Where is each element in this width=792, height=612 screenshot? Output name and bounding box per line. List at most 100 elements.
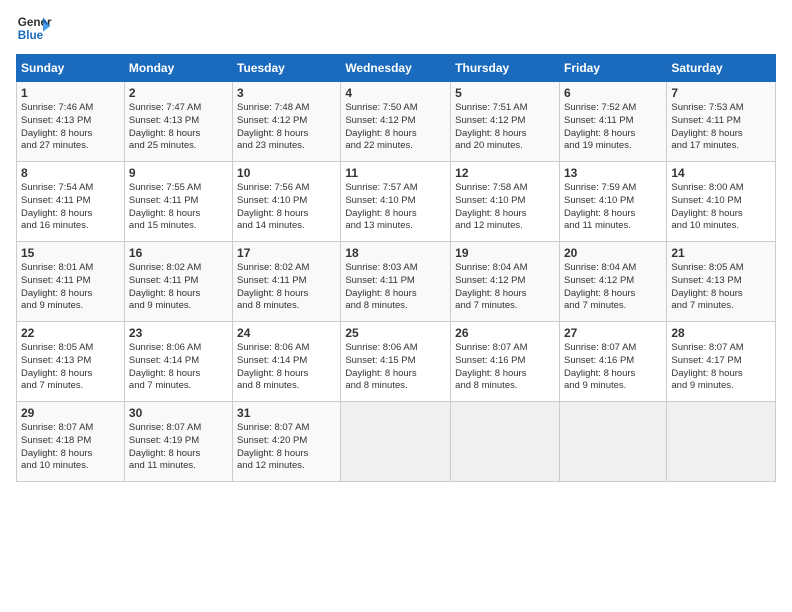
logo: General Blue: [16, 10, 56, 46]
day-number: 3: [237, 86, 336, 100]
calendar-cell: 10Sunrise: 7:56 AMSunset: 4:10 PMDayligh…: [233, 162, 341, 242]
day-info: Sunrise: 8:02 AMSunset: 4:11 PMDaylight:…: [237, 262, 336, 313]
day-info: Sunrise: 8:04 AMSunset: 4:12 PMDaylight:…: [564, 262, 662, 313]
calendar-cell: [559, 402, 666, 482]
day-number: 4: [345, 86, 446, 100]
calendar-cell: 6 Sunrise: 7:52 AMSunset: 4:11 PMDaylight…: [559, 82, 666, 162]
calendar-cell: 20 Sunrise: 8:04 AMSunset: 4:12 PMDayligh…: [559, 242, 666, 322]
day-info: Sunrise: 8:05 AMSunset: 4:13 PMDaylight:…: [21, 342, 120, 393]
day-number: 19: [455, 246, 555, 260]
day-info: Sunrise: 7:48 AMSunset: 4:12 PMDaylight:…: [237, 102, 336, 153]
weekday-wednesday: Wednesday: [341, 55, 451, 82]
day-info: Sunrise: 8:07 AMSunset: 4:20 PMDaylight:…: [237, 422, 336, 473]
svg-text:Blue: Blue: [18, 29, 44, 42]
page: General Blue SundayMondayTuesdayWednesda…: [0, 0, 792, 612]
calendar-cell: 19 Sunrise: 8:04 AMSunset: 4:12 PMDayligh…: [451, 242, 560, 322]
calendar-week-4: 22Sunrise: 8:05 AMSunset: 4:13 PMDayligh…: [17, 322, 776, 402]
day-number: 1: [21, 86, 120, 100]
day-number: 8: [21, 166, 120, 180]
day-info: Sunrise: 8:07 AMSunset: 4:17 PMDaylight:…: [671, 342, 771, 393]
day-number: 21: [671, 246, 771, 260]
day-info: Sunrise: 7:55 AMSunset: 4:11 PMDaylight:…: [129, 182, 228, 233]
day-number: 10: [237, 166, 336, 180]
calendar-cell: 13 Sunrise: 7:59 AMSunset: 4:10 PMDayligh…: [559, 162, 666, 242]
calendar-cell: 18 Sunrise: 8:03 AMSunset: 4:11 PMDayligh…: [341, 242, 451, 322]
day-info: Sunrise: 7:58 AMSunset: 4:10 PMDaylight:…: [455, 182, 555, 233]
day-info: Sunrise: 8:07 AMSunset: 4:16 PMDaylight:…: [564, 342, 662, 393]
logo-icon: General Blue: [16, 10, 52, 46]
day-number: 9: [129, 166, 228, 180]
weekday-friday: Friday: [559, 55, 666, 82]
day-number: 26: [455, 326, 555, 340]
calendar-cell: 22Sunrise: 8:05 AMSunset: 4:13 PMDayligh…: [17, 322, 125, 402]
day-info: Sunrise: 8:06 AMSunset: 4:15 PMDaylight:…: [345, 342, 446, 393]
day-info: Sunrise: 7:57 AMSunset: 4:10 PMDaylight:…: [345, 182, 446, 233]
weekday-tuesday: Tuesday: [233, 55, 341, 82]
calendar-cell: 8 Sunrise: 7:54 AMSunset: 4:11 PMDaylight…: [17, 162, 125, 242]
weekday-saturday: Saturday: [667, 55, 776, 82]
day-number: 24: [237, 326, 336, 340]
calendar-cell: 31 Sunrise: 8:07 AMSunset: 4:20 PMDayligh…: [233, 402, 341, 482]
calendar-cell: 9 Sunrise: 7:55 AMSunset: 4:11 PMDaylight…: [124, 162, 232, 242]
day-number: 25: [345, 326, 446, 340]
day-number: 15: [21, 246, 120, 260]
calendar-week-3: 15 Sunrise: 8:01 AMSunset: 4:11 PMDayligh…: [17, 242, 776, 322]
calendar-week-5: 29 Sunrise: 8:07 AMSunset: 4:18 PMDayligh…: [17, 402, 776, 482]
calendar-cell: 5 Sunrise: 7:51 AMSunset: 4:12 PMDaylight…: [451, 82, 560, 162]
day-info: Sunrise: 7:59 AMSunset: 4:10 PMDaylight:…: [564, 182, 662, 233]
calendar-cell: 16Sunrise: 8:02 AMSunset: 4:11 PMDayligh…: [124, 242, 232, 322]
day-info: Sunrise: 8:05 AMSunset: 4:13 PMDaylight:…: [671, 262, 771, 313]
day-info: Sunrise: 8:04 AMSunset: 4:12 PMDaylight:…: [455, 262, 555, 313]
day-number: 29: [21, 406, 120, 420]
calendar-cell: 7Sunrise: 7:53 AMSunset: 4:11 PMDaylight…: [667, 82, 776, 162]
day-number: 20: [564, 246, 662, 260]
day-number: 16: [129, 246, 228, 260]
day-info: Sunrise: 8:07 AMSunset: 4:18 PMDaylight:…: [21, 422, 120, 473]
calendar-cell: [451, 402, 560, 482]
calendar-cell: 26 Sunrise: 8:07 AMSunset: 4:16 PMDayligh…: [451, 322, 560, 402]
day-info: Sunrise: 7:52 AMSunset: 4:11 PMDaylight:…: [564, 102, 662, 153]
calendar-cell: 12 Sunrise: 7:58 AMSunset: 4:10 PMDayligh…: [451, 162, 560, 242]
calendar-week-2: 8 Sunrise: 7:54 AMSunset: 4:11 PMDaylight…: [17, 162, 776, 242]
calendar-cell: 17Sunrise: 8:02 AMSunset: 4:11 PMDayligh…: [233, 242, 341, 322]
day-number: 6: [564, 86, 662, 100]
calendar-cell: 29 Sunrise: 8:07 AMSunset: 4:18 PMDayligh…: [17, 402, 125, 482]
calendar-cell: 25 Sunrise: 8:06 AMSunset: 4:15 PMDayligh…: [341, 322, 451, 402]
calendar-cell: 28 Sunrise: 8:07 AMSunset: 4:17 PMDayligh…: [667, 322, 776, 402]
day-number: 31: [237, 406, 336, 420]
day-info: Sunrise: 7:53 AMSunset: 4:11 PMDaylight:…: [671, 102, 771, 153]
day-info: Sunrise: 8:06 AMSunset: 4:14 PMDaylight:…: [129, 342, 228, 393]
day-info: Sunrise: 8:03 AMSunset: 4:11 PMDaylight:…: [345, 262, 446, 313]
calendar-cell: 11 Sunrise: 7:57 AMSunset: 4:10 PMDayligh…: [341, 162, 451, 242]
day-number: 2: [129, 86, 228, 100]
day-number: 27: [564, 326, 662, 340]
calendar-cell: 30Sunrise: 8:07 AMSunset: 4:19 PMDayligh…: [124, 402, 232, 482]
weekday-header-row: SundayMondayTuesdayWednesdayThursdayFrid…: [17, 55, 776, 82]
day-info: Sunrise: 8:07 AMSunset: 4:16 PMDaylight:…: [455, 342, 555, 393]
calendar-cell: 21 Sunrise: 8:05 AMSunset: 4:13 PMDayligh…: [667, 242, 776, 322]
day-number: 11: [345, 166, 446, 180]
day-info: Sunrise: 8:06 AMSunset: 4:14 PMDaylight:…: [237, 342, 336, 393]
day-number: 30: [129, 406, 228, 420]
day-info: Sunrise: 7:46 AMSunset: 4:13 PMDaylight:…: [21, 102, 120, 153]
day-number: 12: [455, 166, 555, 180]
day-info: Sunrise: 8:01 AMSunset: 4:11 PMDaylight:…: [21, 262, 120, 313]
day-info: Sunrise: 7:54 AMSunset: 4:11 PMDaylight:…: [21, 182, 120, 233]
day-number: 18: [345, 246, 446, 260]
day-number: 28: [671, 326, 771, 340]
calendar-week-1: 1 Sunrise: 7:46 AMSunset: 4:13 PMDaylight…: [17, 82, 776, 162]
day-info: Sunrise: 7:47 AMSunset: 4:13 PMDaylight:…: [129, 102, 228, 153]
calendar-cell: 23Sunrise: 8:06 AMSunset: 4:14 PMDayligh…: [124, 322, 232, 402]
weekday-thursday: Thursday: [451, 55, 560, 82]
calendar-cell: 2 Sunrise: 7:47 AMSunset: 4:13 PMDaylight…: [124, 82, 232, 162]
day-info: Sunrise: 7:50 AMSunset: 4:12 PMDaylight:…: [345, 102, 446, 153]
weekday-monday: Monday: [124, 55, 232, 82]
calendar-cell: 27 Sunrise: 8:07 AMSunset: 4:16 PMDayligh…: [559, 322, 666, 402]
day-info: Sunrise: 7:51 AMSunset: 4:12 PMDaylight:…: [455, 102, 555, 153]
calendar-cell: [667, 402, 776, 482]
day-number: 14: [671, 166, 771, 180]
calendar-cell: 3 Sunrise: 7:48 AMSunset: 4:12 PMDaylight…: [233, 82, 341, 162]
day-info: Sunrise: 8:00 AMSunset: 4:10 PMDaylight:…: [671, 182, 771, 233]
day-number: 13: [564, 166, 662, 180]
day-number: 5: [455, 86, 555, 100]
